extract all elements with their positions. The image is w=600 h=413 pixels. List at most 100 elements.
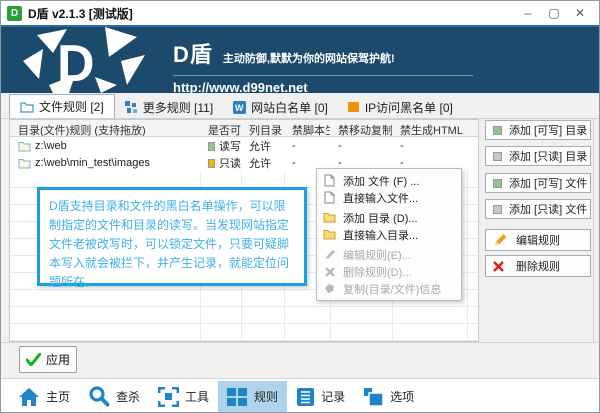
listdir-value: 允许 — [249, 141, 271, 153]
app-window: D D盾 v2.1.3 [测试版] – ▢ ✕ D D盾 主动防御,默默为你的网… — [0, 0, 600, 413]
column-header-noscript[interactable]: 禁脚本生成 — [284, 120, 330, 136]
table-row[interactable]: z:\web 读写 允许 - - - — [10, 137, 478, 154]
tab-label: 更多规则 [11] — [142, 100, 214, 115]
add-readonly-dir-button[interactable]: 添加 [只读] 目录 — [485, 146, 591, 166]
button-label: 删除规则 — [516, 261, 560, 273]
menu-item-label: 直接输入目录... — [343, 229, 419, 242]
nav-label: 主页 — [46, 390, 71, 404]
menu-item-label: 复制(目录/文件)信息 — [343, 283, 442, 296]
menu-item-input-dir[interactable]: 直接输入目录... — [317, 226, 461, 243]
pencil-icon — [493, 233, 507, 247]
menu-item-label: 编辑规则(E)... — [343, 249, 411, 262]
menu-item-input-file[interactable]: 直接输入文件... — [317, 189, 461, 206]
rules-icon — [227, 387, 248, 407]
button-label: 添加 [只读] 目录 — [509, 151, 588, 163]
svg-text:W: W — [235, 103, 244, 113]
menu-item-label: 删除规则(D)... — [343, 266, 412, 279]
brand-slogan: 主动防御,默默为你的网站保驾护航! — [222, 53, 395, 65]
more-rules-icon — [124, 100, 138, 114]
app-logo-icon: D — [7, 5, 22, 21]
edit-rule-button[interactable]: 编辑规则 — [485, 229, 591, 251]
nav-tools[interactable]: 工具 — [149, 381, 218, 412]
nav-label: 规则 — [254, 390, 279, 404]
writable-value: 只读 — [219, 158, 241, 170]
menu-item-edit-rule: 编辑规则(E)... — [317, 246, 461, 263]
pencil-icon — [323, 248, 336, 261]
separator — [1, 342, 599, 343]
tab-file-rules[interactable]: 文件规则 [2] — [9, 94, 115, 118]
nav-scan[interactable]: 查杀 — [79, 381, 149, 412]
writable-swatch — [493, 125, 502, 135]
readonly-swatch — [493, 151, 502, 161]
folder-icon — [18, 158, 31, 169]
nomove-value: - — [338, 140, 342, 152]
folder-icon — [18, 141, 31, 152]
maximize-button[interactable]: ▢ — [541, 3, 567, 23]
blacklist-icon — [347, 101, 360, 113]
nav-log[interactable]: 记录 — [287, 381, 354, 412]
nav-label: 工具 — [185, 390, 210, 404]
nav-home[interactable]: 主页 — [9, 381, 79, 412]
nav-rules[interactable]: 规则 — [218, 381, 288, 412]
listdir-value: 允许 — [249, 158, 271, 170]
folder-outline-icon — [20, 101, 34, 113]
tab-label: 网站白名单 [0] — [251, 100, 328, 115]
add-writable-file-button[interactable]: 添加 [可写] 文件 — [485, 173, 591, 193]
column-header-nohtml[interactable]: 禁生成HTML — [392, 120, 467, 136]
add-writable-dir-button[interactable]: 添加 [可写] 目录 — [485, 120, 591, 140]
nav-label: 查杀 — [116, 390, 141, 404]
button-label: 添加 [只读] 文件 — [509, 204, 588, 216]
brand-name: D盾 — [173, 42, 213, 67]
log-icon — [296, 387, 315, 407]
tab-site-whitelist[interactable]: W 网站白名单 [0] — [223, 96, 338, 118]
nav-label: 记录 — [321, 390, 346, 404]
panel-divider — [593, 119, 594, 342]
close-button[interactable]: ✕ — [567, 3, 593, 23]
nav-options[interactable]: 选项 — [354, 381, 423, 412]
button-label: 添加 [可写] 目录 — [509, 125, 588, 137]
window-title: D盾 v2.1.3 [测试版] — [28, 6, 133, 21]
tab-label: 文件规则 [2] — [39, 100, 104, 114]
tab-ip-blacklist[interactable]: IP访问黑名单 [0] — [338, 96, 463, 118]
rule-path: z:\web\min_test\images — [35, 157, 150, 169]
file-icon — [323, 174, 336, 187]
x-icon — [323, 265, 336, 278]
menu-item-delete-rule: 删除规则(D)... — [317, 263, 461, 280]
table-header: 目录(文件)规则 (支持拖放) 是否可写 列目录 禁脚本生成 禁移动复制 禁生成… — [10, 120, 478, 137]
info-callout: D盾支持目录和文件的黑白名单操作，可以限制指定的文件和目录的读写。当发现网站指定… — [37, 187, 307, 289]
delete-rule-button[interactable]: 删除规则 — [485, 255, 591, 277]
context-menu: 添加 文件 (F) ... 直接输入文件... 添加 目录 (D)... 直接输… — [316, 168, 462, 301]
tools-icon — [158, 386, 180, 407]
file-icon — [323, 191, 336, 204]
bottom-nav-bar: 主页 查杀 工具 规则 记录 选项 — [1, 379, 599, 412]
noscript-value: - — [292, 140, 296, 152]
dshield-logo-icon: D — [9, 27, 159, 93]
menu-item-add-file[interactable]: 添加 文件 (F) ... — [317, 172, 461, 189]
copy-icon — [323, 282, 336, 295]
nohtml-value: - — [400, 140, 404, 152]
column-header-listdir[interactable]: 列目录 — [241, 120, 284, 136]
delete-icon — [493, 260, 504, 272]
rule-path: z:\web — [35, 140, 67, 152]
folder-icon — [323, 211, 336, 224]
writable-swatch — [208, 141, 215, 151]
whitelist-icon: W — [233, 100, 247, 114]
menu-item-add-dir[interactable]: 添加 目录 (D)... — [317, 209, 461, 226]
nav-label: 选项 — [390, 390, 415, 404]
folder-icon — [323, 228, 336, 241]
menu-item-label: 添加 文件 (F) ... — [343, 175, 420, 188]
menu-item-label: 直接输入文件... — [343, 192, 419, 205]
column-header-writable[interactable]: 是否可写 — [200, 120, 241, 136]
site-url[interactable]: http://www.d99net.net — [173, 80, 473, 93]
column-header-nomove[interactable]: 禁移动复制 — [330, 120, 392, 136]
tab-label: IP访问黑名单 [0] — [364, 100, 453, 115]
tab-more-rules[interactable]: 更多规则 [11] — [115, 96, 223, 118]
column-header-path[interactable]: 目录(文件)规则 (支持拖放) — [10, 120, 200, 136]
options-icon — [363, 387, 384, 407]
writable-swatch — [493, 178, 502, 188]
minimize-button[interactable]: – — [515, 3, 541, 23]
home-icon — [18, 387, 40, 407]
apply-button[interactable]: 应用 — [19, 346, 77, 373]
add-readonly-file-button[interactable]: 添加 [只读] 文件 — [485, 199, 591, 219]
header-banner: D D盾 主动防御,默默为你的网站保驾护航! http://www.d99net… — [1, 25, 599, 93]
